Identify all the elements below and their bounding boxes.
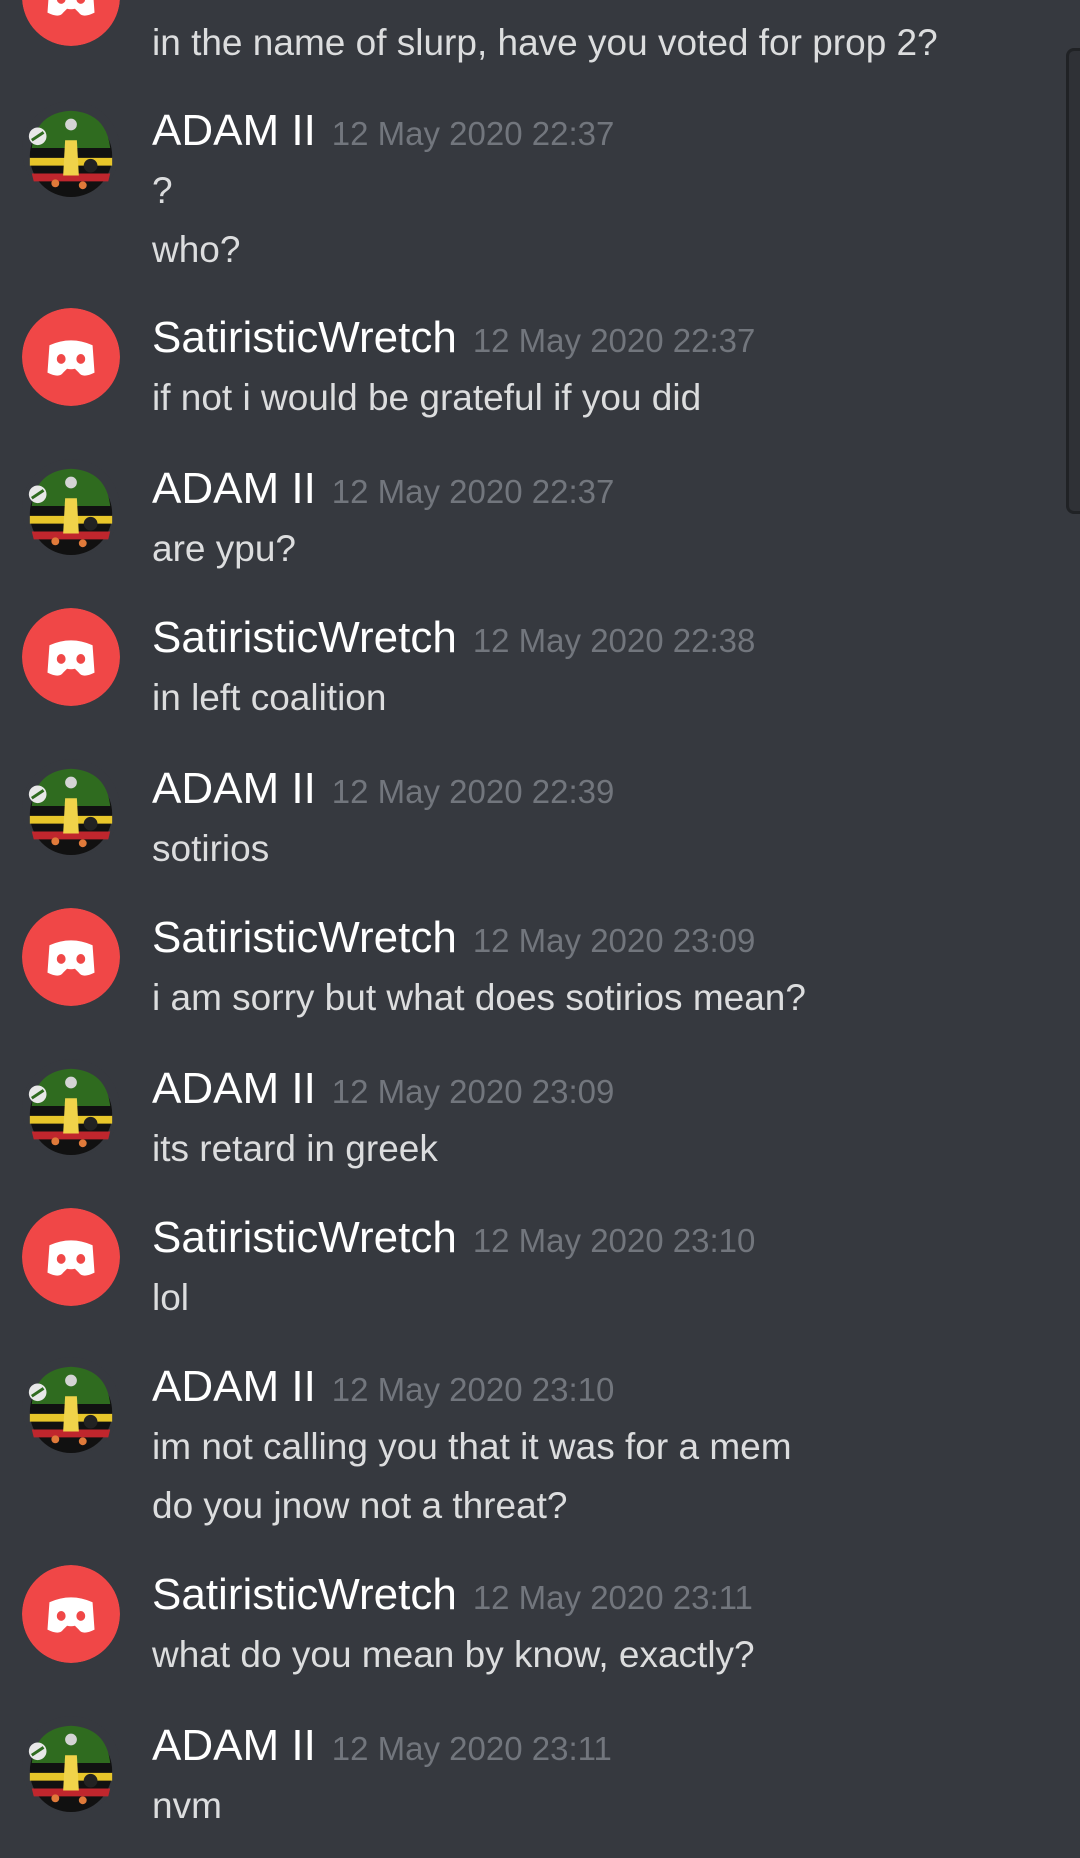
message-header: ADAM II 12 May 2020 23:10: [152, 1365, 614, 1409]
military-ball-avatar-icon[interactable]: [22, 101, 120, 199]
timestamp: 12 May 2020 23:11: [472, 1579, 753, 1616]
discord-default-avatar-icon[interactable]: [22, 0, 120, 46]
username[interactable]: SatiristicWretch: [152, 913, 457, 962]
message-text: its retard in greek: [152, 1128, 438, 1169]
username[interactable]: ADAM II: [152, 106, 316, 155]
username[interactable]: SatiristicWretch: [152, 613, 457, 662]
message-header: ADAM II 12 May 2020 23:11: [152, 1724, 612, 1768]
message-header: SatiristicWretch 12 May 2020 23:10: [152, 1216, 755, 1260]
message-header: SatiristicWretch 12 May 2020 23:09: [152, 916, 755, 960]
message-text: in left coalition: [152, 677, 387, 718]
username[interactable]: ADAM II: [152, 764, 316, 813]
timestamp: 12 May 2020 22:37: [331, 115, 615, 152]
timestamp: 12 May 2020 23:10: [472, 1222, 756, 1259]
discord-default-avatar-icon[interactable]: [22, 908, 120, 1006]
username[interactable]: ADAM II: [152, 1362, 316, 1411]
message-text: if not i would be grateful if you did: [152, 377, 702, 418]
message-text: in the name of slurp, have you voted for…: [152, 22, 938, 63]
username[interactable]: ADAM II: [152, 1064, 316, 1113]
message-header: SatiristicWretch 12 May 2020 23:11: [152, 1573, 753, 1617]
message-header: ADAM II 12 May 2020 22:39: [152, 767, 614, 811]
message-text: are ypu?: [152, 528, 296, 569]
discord-default-avatar-icon[interactable]: [22, 608, 120, 706]
timestamp: 12 May 2020 23:11: [331, 1730, 612, 1767]
military-ball-avatar-icon[interactable]: [22, 759, 120, 857]
military-ball-avatar-icon[interactable]: [22, 1357, 120, 1455]
message-text: nvm: [152, 1785, 222, 1826]
discord-default-avatar-icon[interactable]: [22, 1208, 120, 1306]
message-text: who?: [152, 229, 241, 270]
username[interactable]: ADAM II: [152, 464, 316, 513]
timestamp: 12 May 2020 22:37: [331, 473, 615, 510]
message-header: SatiristicWretch 12 May 2020 22:37: [152, 316, 755, 360]
username[interactable]: ADAM II: [152, 1721, 316, 1770]
timestamp: 12 May 2020 22:39: [331, 773, 615, 810]
message-header: SatiristicWretch 12 May 2020 22:38: [152, 616, 755, 660]
military-ball-avatar-icon[interactable]: [22, 1059, 120, 1157]
username[interactable]: SatiristicWretch: [152, 1213, 457, 1262]
message-text: do you jnow not a threat?: [152, 1485, 568, 1526]
discord-default-avatar-icon[interactable]: [22, 1565, 120, 1663]
timestamp: 12 May 2020 23:09: [331, 1073, 615, 1110]
message-text: im not calling you that it was for a mem: [152, 1426, 792, 1467]
message-text: lol: [152, 1277, 190, 1318]
message-header: ADAM II 12 May 2020 22:37: [152, 109, 614, 153]
message-text: i am sorry but what does sotirios mean?: [152, 977, 806, 1018]
message-header: ADAM II 12 May 2020 22:37: [152, 467, 614, 511]
timestamp: 12 May 2020 23:09: [472, 922, 756, 959]
timestamp: 12 May 2020 22:37: [472, 322, 756, 359]
military-ball-avatar-icon[interactable]: [22, 1716, 120, 1814]
military-ball-avatar-icon[interactable]: [22, 459, 120, 557]
timestamp: 12 May 2020 23:10: [331, 1371, 615, 1408]
message-text: what do you mean by know, exactly?: [152, 1634, 755, 1675]
scrollbar-thumb[interactable]: [1066, 48, 1080, 514]
message-text: ?: [152, 170, 173, 211]
discord-default-avatar-icon[interactable]: [22, 308, 120, 406]
message-text: sotirios: [152, 828, 270, 869]
username[interactable]: SatiristicWretch: [152, 1570, 457, 1619]
username[interactable]: SatiristicWretch: [152, 313, 457, 362]
timestamp: 12 May 2020 22:38: [472, 622, 756, 659]
message-header: ADAM II 12 May 2020 23:09: [152, 1067, 614, 1111]
